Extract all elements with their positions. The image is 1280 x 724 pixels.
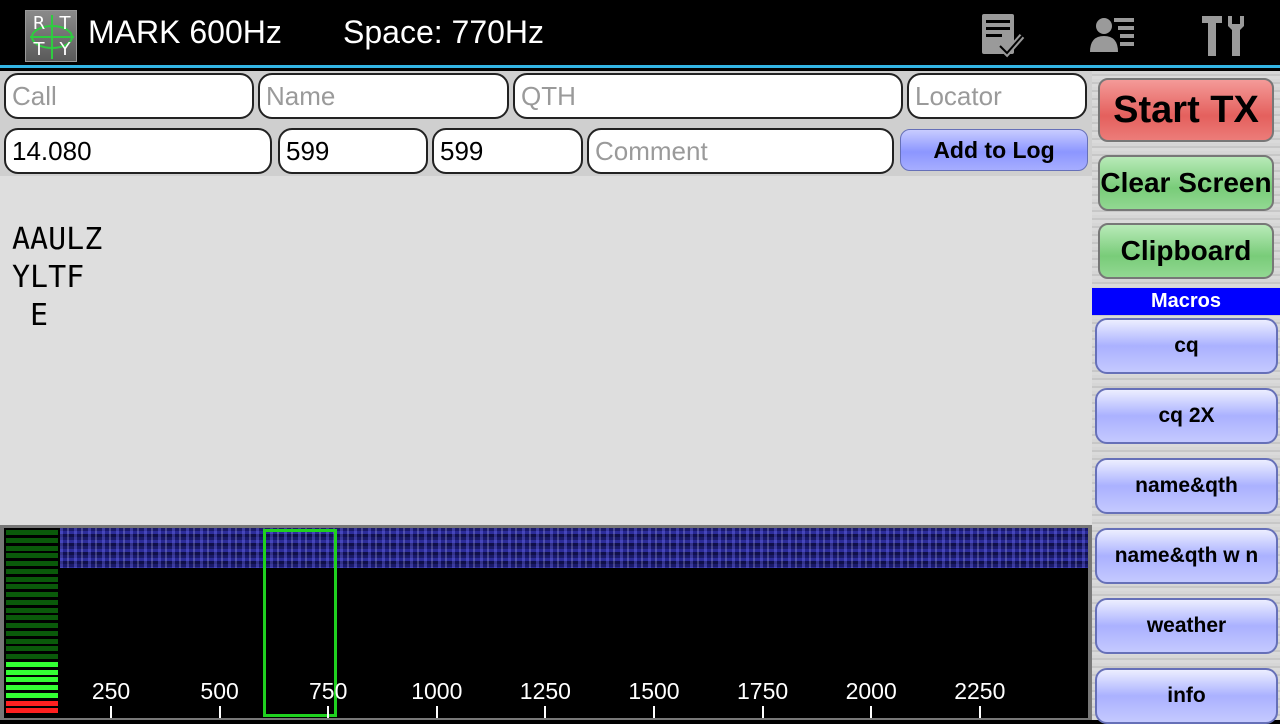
frequency-tick — [544, 706, 547, 718]
logo-letter-t: T — [59, 13, 71, 34]
frequency-field[interactable]: 14.080 — [4, 128, 272, 174]
frequency-tick-label: 500 — [200, 678, 239, 704]
frequency-tick-label: 1500 — [628, 678, 680, 704]
clear-screen-button[interactable]: Clear Screen — [1098, 155, 1274, 211]
frequency-tick — [218, 706, 221, 718]
level-meter-segment — [6, 700, 58, 706]
name-field[interactable]: Name — [258, 73, 509, 119]
macro-button-info[interactable]: info — [1095, 668, 1278, 724]
level-meter-segment — [6, 530, 58, 535]
main-panel: Call Name QTH Locator 14.080 599 599 Com… — [0, 71, 1092, 525]
level-meter-segment — [6, 607, 58, 613]
macros-header: Macros — [1092, 288, 1280, 315]
rst-received-field[interactable]: 599 — [432, 128, 583, 174]
macro-button-cq-2x[interactable]: cq 2X — [1095, 388, 1278, 444]
locator-field[interactable]: Locator — [907, 73, 1087, 119]
rst-sent-field[interactable]: 599 — [278, 128, 428, 174]
comment-field[interactable]: Comment — [587, 128, 894, 174]
signal-level-meter — [6, 530, 58, 716]
action-bar: R T T Y MARK 600Hz Space: 770Hz — [0, 0, 1280, 68]
app-logo[interactable]: R T T Y — [25, 10, 77, 62]
logo-letter-t2: T — [33, 39, 45, 60]
level-meter-segment — [6, 661, 58, 667]
frequency-tick-label: 750 — [309, 678, 348, 704]
level-meter-segment — [6, 537, 58, 543]
clipboard-button[interactable]: Clipboard — [1098, 223, 1274, 279]
level-meter-segment — [6, 568, 58, 574]
level-meter-segment — [6, 615, 58, 621]
waterfall-signal-band — [60, 528, 1088, 568]
qth-field[interactable]: QTH — [513, 73, 903, 119]
checklist-icon[interactable] — [976, 10, 1026, 60]
frequency-tick — [653, 706, 655, 718]
logo-letter-r: R — [32, 13, 46, 34]
level-meter-segment — [6, 669, 58, 675]
space-frequency: Space: 770Hz — [343, 14, 545, 50]
macro-button-name-qth-wn[interactable]: name&qth w n — [1095, 528, 1278, 584]
level-meter-segment — [6, 576, 58, 582]
call-field[interactable]: Call — [4, 73, 254, 119]
level-meter-segment — [6, 561, 58, 566]
level-meter-segment — [6, 646, 58, 652]
level-meter-segment — [6, 630, 58, 636]
level-meter-segment — [6, 708, 58, 714]
add-to-log-button[interactable]: Add to Log — [900, 129, 1088, 171]
tools-icon[interactable] — [1198, 10, 1248, 60]
frequency-tick-label: 250 — [91, 678, 131, 704]
frequency-tick — [978, 706, 981, 718]
received-text: AAULZ YLTF E — [12, 222, 103, 333]
contacts-icon[interactable] — [1088, 10, 1138, 60]
level-meter-segment — [6, 654, 58, 659]
frequency-tick-label: 1000 — [411, 678, 463, 704]
frequency-tick — [435, 706, 438, 718]
level-meter-segment — [6, 638, 58, 644]
frequency-tick — [761, 706, 764, 718]
level-meter-segment — [6, 623, 58, 628]
frequency-tick-label: 1250 — [519, 678, 571, 704]
macro-button-name-qth[interactable]: name&qth — [1095, 458, 1278, 514]
level-meter-segment — [6, 553, 58, 559]
frequency-tick-label: 1750 — [737, 678, 789, 704]
waterfall-panel: 250 500 750 1000 1250 1500 1750 2000 2250 — [0, 525, 1092, 720]
level-meter-segment — [6, 685, 58, 690]
frequency-tick-label: 2250 — [954, 678, 1006, 704]
frequency-tick-label: 2000 — [845, 678, 897, 704]
waterfall-display[interactable]: 250 500 750 1000 1250 1500 1750 2000 2250 — [4, 528, 1088, 718]
level-meter-segment — [6, 592, 58, 597]
log-form: Call Name QTH Locator 14.080 599 599 Com… — [0, 71, 1092, 176]
side-panel: Start TX Clear Screen Clipboard Macros c… — [1092, 71, 1280, 724]
level-meter-segment — [6, 692, 58, 698]
start-tx-button[interactable]: Start TX — [1098, 78, 1274, 142]
level-meter-segment — [6, 584, 58, 590]
frequency-tick — [327, 706, 330, 718]
level-meter-segment — [6, 677, 58, 683]
level-meter-segment — [6, 599, 58, 605]
level-meter-segment — [6, 545, 58, 551]
mark-frequency: MARK 600Hz — [88, 14, 282, 50]
logo-letter-y: Y — [59, 39, 71, 60]
frequency-tick — [870, 706, 873, 718]
macro-button-weather[interactable]: weather — [1095, 598, 1278, 654]
macro-button-cq[interactable]: cq — [1095, 318, 1278, 374]
frequency-tick — [110, 706, 112, 718]
